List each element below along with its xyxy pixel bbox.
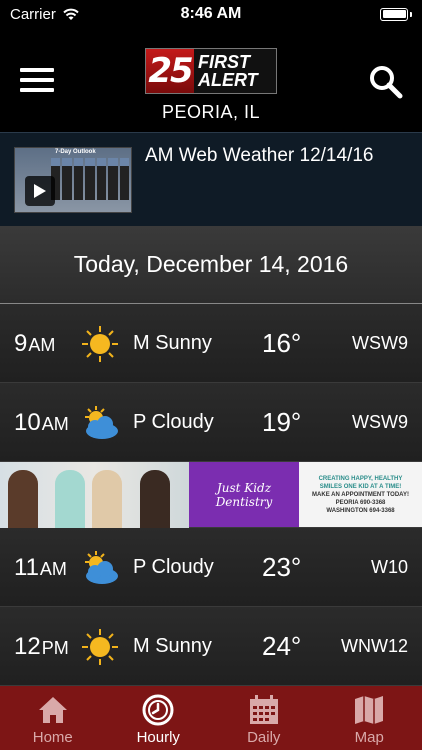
tab-bar: Home Hourly Daily Map <box>0 686 422 750</box>
tab-label: Daily <box>247 729 281 746</box>
partly-cloudy-icon <box>85 551 118 584</box>
wind-label: W10 <box>370 557 408 577</box>
condition-label: P Cloudy <box>133 411 214 433</box>
hourly-row[interactable]: 12 PM M Sunny 24° WNW12 <box>0 607 422 686</box>
play-button[interactable] <box>25 176 55 206</box>
ad-photo <box>0 462 189 528</box>
carrier-label: Carrier <box>10 5 56 23</box>
station-logo: 25 FIRST ALERT <box>145 48 277 94</box>
wind-label: WSW9 <box>352 333 408 353</box>
menu-icon-bar <box>20 78 54 82</box>
tab-home[interactable]: Home <box>0 686 106 750</box>
tab-label: Map <box>354 729 384 746</box>
temperature-label: 16° <box>262 328 302 358</box>
wind-label: WSW9 <box>352 412 408 432</box>
tab-label: Hourly <box>136 729 180 746</box>
date-banner: Today, December 14, 2016 <box>0 226 422 304</box>
app-header: 25 FIRST ALERT PEORIA, IL <box>0 28 422 132</box>
condition-label: M Sunny <box>133 332 212 354</box>
temperature-label: 19° <box>262 407 302 437</box>
tab-label: Home <box>32 729 73 746</box>
video-thumbnail[interactable]: 7-Day Outlook <box>14 147 132 213</box>
hour-label: 9 AM <box>14 329 56 357</box>
ad-brand: Just Kidz Dentistry <box>189 462 299 527</box>
tab-daily[interactable]: Daily <box>211 686 317 750</box>
battery-icon <box>380 7 412 21</box>
map-icon <box>355 696 384 724</box>
logo-line1: FIRST <box>198 52 250 72</box>
hourly-row[interactable]: 9 AM M Sunny 16° WSW9 <box>0 304 422 383</box>
thumb-caption: 7-Day Outlook <box>55 149 96 155</box>
status-left: Carrier <box>10 6 80 23</box>
menu-icon-bar <box>20 88 54 92</box>
home-icon <box>38 697 67 723</box>
logo-line2: ALERT <box>198 70 258 90</box>
wifi-icon <box>63 8 79 20</box>
video-item[interactable]: 7-Day Outlook AM Web Weather 12/14/16 <box>0 132 422 226</box>
hourly-row[interactable]: 10 AM P Cloudy 19° WSW9 <box>0 383 422 462</box>
hour-label: 10 AM <box>14 408 69 436</box>
logo-number: 25 <box>146 49 194 93</box>
search-icon <box>370 66 403 99</box>
thumb-forecast-strip <box>51 158 129 200</box>
sun-icon <box>82 629 118 665</box>
battery-fill <box>382 10 406 18</box>
location-label: PEORIA, IL <box>161 102 261 122</box>
clock-icon <box>142 694 174 726</box>
logo-text: FIRST ALERT <box>194 49 276 93</box>
tab-hourly[interactable]: Hourly <box>106 686 212 750</box>
hourly-row[interactable]: 11 AM P Cloudy 23° W10 <box>0 528 422 607</box>
partly-cloudy-icon <box>85 406 118 439</box>
video-title[interactable]: AM Web Weather 12/14/16 <box>145 145 373 167</box>
ad-banner[interactable]: Just Kidz Dentistry CREATING HAPPY, HEAL… <box>0 462 422 528</box>
temperature-label: 23° <box>262 552 302 582</box>
condition-label: P Cloudy <box>133 556 214 578</box>
hour-label: 12 PM <box>14 632 69 660</box>
status-bar: Carrier 8:46 AM <box>0 0 422 28</box>
wind-label: WNW12 <box>341 636 408 656</box>
temperature-label: 24° <box>262 631 302 661</box>
ad-info: CREATING HAPPY, HEALTHY SMILES ONE KID A… <box>299 462 422 527</box>
sun-icon <box>82 326 118 362</box>
calendar-icon <box>249 695 278 724</box>
search-button[interactable] <box>368 64 404 100</box>
menu-button[interactable] <box>20 68 54 92</box>
menu-icon-bar <box>20 68 54 72</box>
tab-map[interactable]: Map <box>317 686 422 750</box>
hour-label: 11 AM <box>14 553 67 581</box>
condition-label: M Sunny <box>133 635 212 657</box>
play-icon <box>34 184 46 198</box>
